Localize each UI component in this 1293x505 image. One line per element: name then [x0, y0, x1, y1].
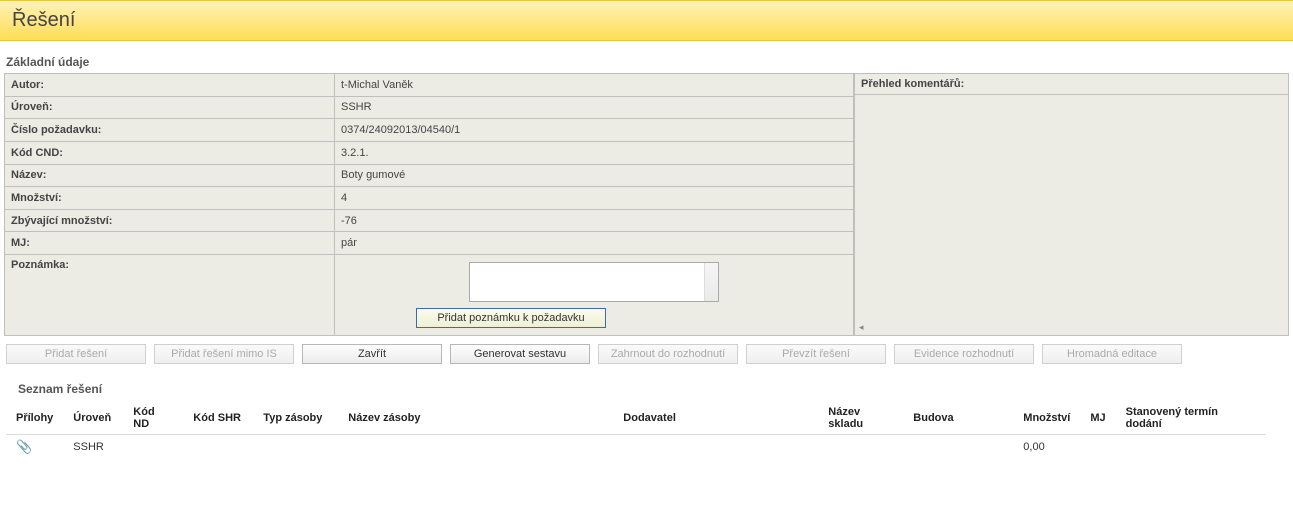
section-title-list: Seznam řešení — [18, 382, 1293, 396]
row-sklad — [818, 435, 903, 460]
row-mj — [1080, 435, 1115, 460]
row-kodshr — [183, 435, 253, 460]
scroll-up-icon[interactable]: ▲ — [708, 265, 715, 272]
label-kod: Kód CND: — [5, 141, 335, 164]
add-note-button[interactable]: Přidat poznámku k požadavku — [416, 308, 606, 328]
label-autor: Autor: — [5, 74, 335, 97]
row-dodavatel — [613, 435, 818, 460]
label-uroven: Úroveň: — [5, 96, 335, 119]
zahrnout-button[interactable]: Zahrnout do rozhodnutí — [598, 344, 738, 364]
row-termin — [1116, 435, 1266, 460]
col-termin[interactable]: Stanovený termín dodání — [1116, 402, 1266, 435]
row-mnoz: 0,00 — [1013, 435, 1080, 460]
comments-title: Přehled komentářů: — [855, 74, 1288, 95]
col-nazevz[interactable]: Název zásoby — [338, 402, 613, 435]
col-kodshr[interactable]: Kód SHR — [183, 402, 253, 435]
value-autor: t-Michal Vaněk — [335, 74, 854, 97]
row-budova — [903, 435, 1013, 460]
value-kod: 3.2.1. — [335, 141, 854, 164]
col-mnoz[interactable]: Množství — [1013, 402, 1080, 435]
label-pozn: Poznámka: — [5, 255, 335, 336]
col-sklad[interactable]: Název skladu — [818, 402, 903, 435]
scroll-down-icon[interactable]: ▼ — [708, 292, 715, 299]
value-uroven: SSHR — [335, 96, 854, 119]
solutions-grid: Přílohy Úroveň Kód ND Kód SHR Typ zásoby… — [6, 402, 1266, 459]
value-zbyv: -76 — [335, 209, 854, 232]
col-mj[interactable]: MJ — [1080, 402, 1115, 435]
note-textarea[interactable]: ▲ ▼ — [469, 262, 719, 302]
section-title-basic: Základní údaje — [6, 55, 1293, 69]
grid-header-row: Přílohy Úroveň Kód ND Kód SHR Typ zásoby… — [6, 402, 1266, 435]
value-nazev: Boty gumové — [335, 164, 854, 187]
label-nazev: Název: — [5, 164, 335, 187]
col-uroven[interactable]: Úroveň — [63, 402, 123, 435]
row-nazevz — [338, 435, 613, 460]
col-kodnd[interactable]: Kód ND — [123, 402, 183, 435]
col-prilohy[interactable]: Přílohy — [6, 402, 63, 435]
note-cell: ▲ ▼ Přidat poznámku k požadavku — [335, 255, 854, 336]
col-dodavatel[interactable]: Dodavatel — [613, 402, 818, 435]
page-header: Řešení — [0, 0, 1293, 41]
comments-pane: Přehled komentářů: ◂ — [854, 73, 1289, 336]
table-row[interactable]: 📎 SSHR 0,00 — [6, 435, 1266, 460]
zavrit-button[interactable]: Zavřít — [302, 344, 442, 364]
prevzit-button[interactable]: Převzít řešení — [746, 344, 886, 364]
row-typ — [253, 435, 338, 460]
generovat-button[interactable]: Generovat sestavu — [450, 344, 590, 364]
col-budova[interactable]: Budova — [903, 402, 1013, 435]
row-kodnd — [123, 435, 183, 460]
row-uroven: SSHR — [63, 435, 123, 460]
value-mj: pár — [335, 232, 854, 255]
action-button-row: Přidat řešení Přidat řešení mimo IS Zavř… — [0, 336, 1293, 370]
col-typ[interactable]: Typ zásoby — [253, 402, 338, 435]
paperclip-icon[interactable]: 📎 — [16, 439, 32, 455]
pridat-reseni-mimo-button[interactable]: Přidat řešení mimo IS — [154, 344, 294, 364]
label-mj: MJ: — [5, 232, 335, 255]
pridat-reseni-button[interactable]: Přidat řešení — [6, 344, 146, 364]
comments-body: ◂ — [855, 95, 1288, 335]
label-zbyv: Zbývající množství: — [5, 209, 335, 232]
label-mnoz: Množství: — [5, 187, 335, 210]
hromadna-button[interactable]: Hromadná editace — [1042, 344, 1182, 364]
label-cislo: Číslo požadavku: — [5, 119, 335, 142]
value-mnoz: 4 — [335, 187, 854, 210]
value-cislo: 0374/24092013/04540/1 — [335, 119, 854, 142]
scroll-left-icon[interactable]: ◂ — [859, 322, 864, 333]
page-title: Řešení — [12, 9, 1281, 32]
evidence-button[interactable]: Evidence rozhodnutí — [894, 344, 1034, 364]
detail-table: Autor: t-Michal Vaněk Úroveň: SSHR Číslo… — [4, 73, 854, 336]
